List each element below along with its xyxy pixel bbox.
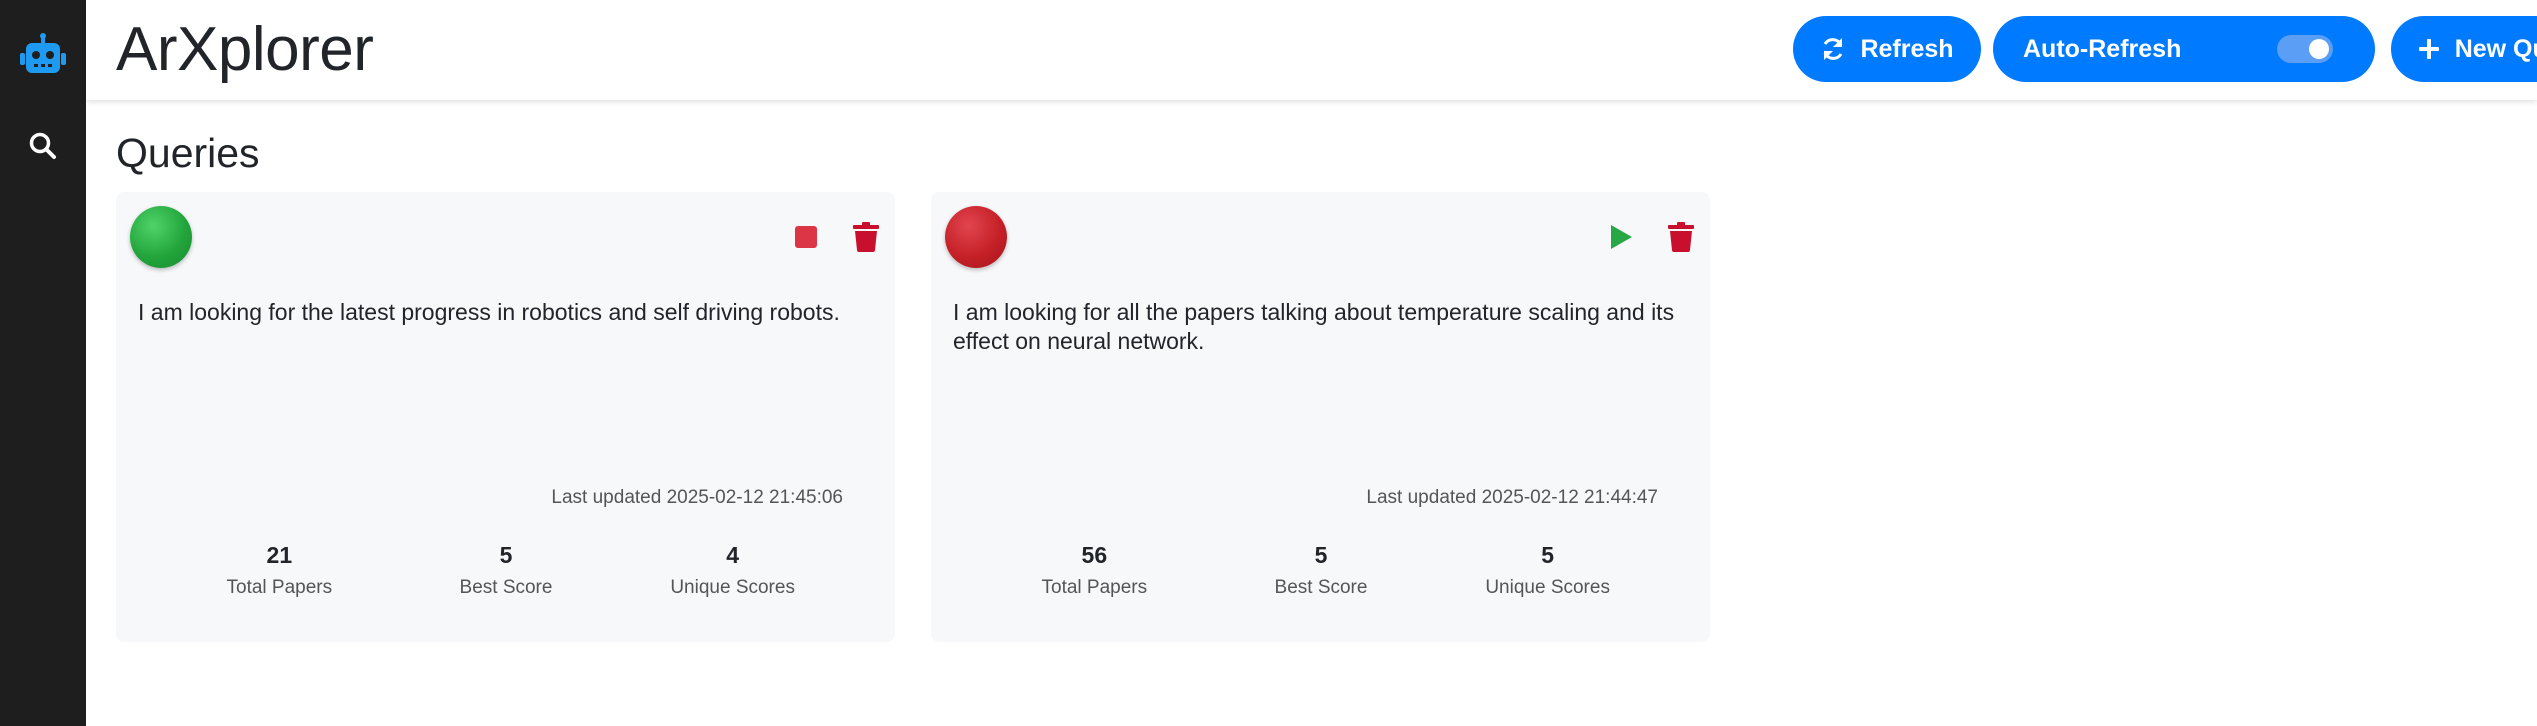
play-button[interactable] (1604, 220, 1638, 254)
robot-icon (0, 30, 86, 82)
auto-refresh-button[interactable]: Auto-Refresh (1993, 16, 2375, 82)
play-icon (1611, 225, 1632, 249)
stat-total-papers: 56 Total Papers (994, 542, 1194, 599)
stat-value: 21 (266, 542, 293, 568)
trash-icon (1668, 222, 1694, 252)
last-updated: Last updated 2025-02-12 21:45:06 (551, 487, 843, 508)
query-text: I am looking for all the papers talking … (953, 299, 1675, 354)
stop-icon (795, 226, 817, 248)
delete-button[interactable] (849, 220, 883, 254)
plus-icon (2418, 39, 2439, 59)
refresh-button[interactable]: Refresh (1793, 16, 1981, 82)
trash-icon (853, 222, 879, 252)
stat-value: 5 (499, 542, 513, 568)
stat-value: 56 (1081, 542, 1108, 568)
stat-value: 4 (726, 542, 740, 568)
query-text: I am looking for the latest progress in … (138, 299, 840, 325)
stat-unique-scores: 4 Unique Scores (633, 542, 833, 599)
stat-value: 5 (1314, 542, 1328, 568)
stat-total-papers: 21 Total Papers (179, 542, 379, 599)
toggle-knob (2309, 39, 2329, 59)
query-card: I am looking for all the papers talking … (931, 192, 1710, 642)
last-updated: Last updated 2025-02-12 21:44:47 (1366, 487, 1658, 508)
stat-label: Total Papers (1041, 577, 1148, 598)
new-query-button[interactable]: New Query (2391, 16, 2537, 82)
stat-best-score: 5 Best Score (1221, 542, 1421, 599)
sidebar (0, 0, 86, 726)
auto-refresh-toggle[interactable] (2277, 35, 2333, 63)
query-stats: 21 Total Papers 5 Best Score 4 Unique Sc… (166, 542, 846, 599)
status-indicator-running (130, 206, 192, 268)
search-icon[interactable] (0, 125, 86, 167)
auto-refresh-label: Auto-Refresh (2023, 34, 2182, 63)
refresh-label: Refresh (1860, 34, 1954, 63)
stat-label: Total Papers (226, 577, 333, 598)
stat-label: Best Score (459, 577, 553, 598)
query-stats: 56 Total Papers 5 Best Score 5 Unique Sc… (981, 542, 1661, 599)
refresh-icon (1824, 38, 1843, 60)
header: ArXplorer Refresh Auto-Refresh New Query (86, 0, 2537, 100)
app-title: ArXplorer (116, 15, 374, 84)
delete-button[interactable] (1664, 220, 1698, 254)
stop-button[interactable] (789, 220, 823, 254)
new-query-label: New Query (2454, 34, 2537, 63)
stat-value: 5 (1541, 542, 1555, 568)
stat-unique-scores: 5 Unique Scores (1448, 542, 1648, 599)
stat-best-score: 5 Best Score (406, 542, 606, 599)
stat-label: Unique Scores (1485, 577, 1610, 598)
section-title: Queries (116, 130, 260, 176)
stat-label: Best Score (1274, 577, 1368, 598)
query-card: I am looking for the latest progress in … (116, 192, 895, 642)
status-indicator-stopped (945, 206, 1007, 268)
stat-label: Unique Scores (670, 577, 795, 598)
